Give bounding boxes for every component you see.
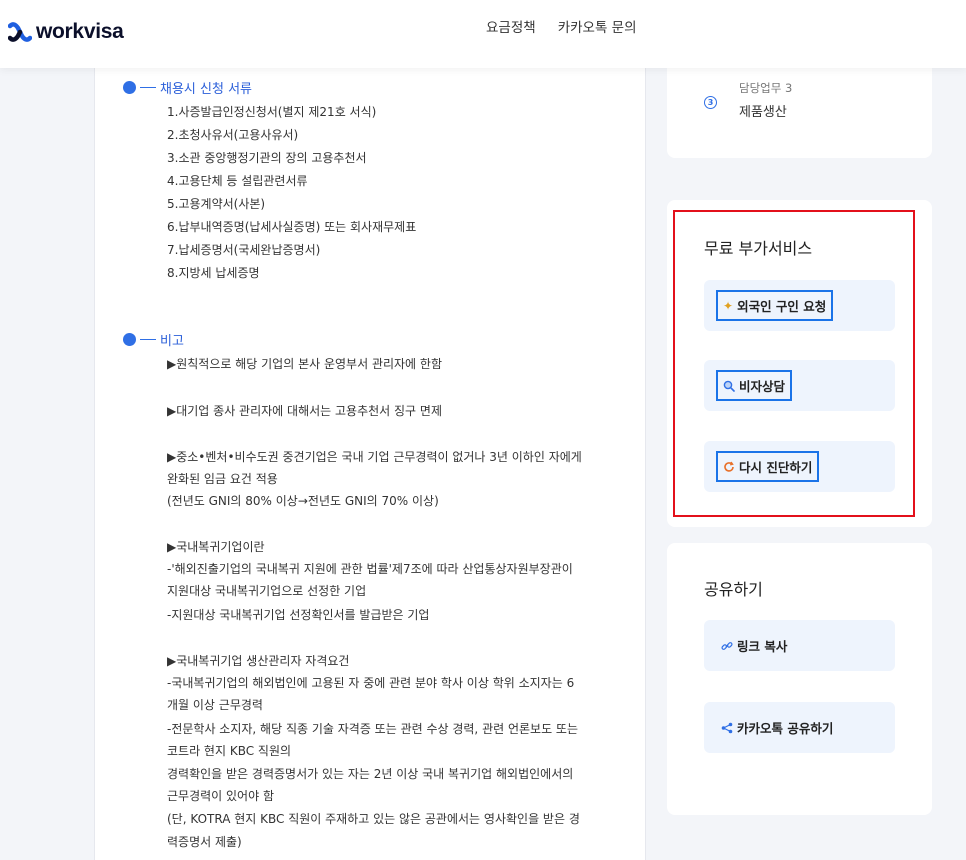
document-item: 2.초청사유서(고용사유서)	[167, 128, 299, 142]
document-item: 6.납부내역증명(납세사실증명) 또는 회사재무제표	[167, 220, 417, 234]
remark-line: ▶대기업 종사 관리자에 대해서는 고용추천서 징구 면제	[167, 404, 442, 418]
bullet-dot-icon	[123, 333, 136, 346]
remark-line: 근무경력이 있어야 함	[167, 789, 274, 803]
remark-line: -국내복귀기업의 해외법인에 고용된 자 중에 관련 분야 학사 이상 학위 소…	[167, 676, 575, 690]
nav-kakao-inquiry[interactable]: 카카오톡 문의	[558, 16, 637, 36]
free-services-title: 무료 부가서비스	[704, 239, 813, 258]
sparkle-icon: ✦	[723, 298, 734, 313]
top-header: workvisa 요금정책 카카오톡 문의	[0, 0, 966, 68]
kakao-share-button[interactable]: 카카오톡 공유하기	[704, 702, 895, 753]
duty-card: 담당업무 3 3 제품생산	[667, 68, 932, 158]
foreign-hire-request-button[interactable]: ✦ 외국인 구인 요청	[704, 280, 895, 331]
nav-pricing[interactable]: 요금정책	[486, 16, 536, 36]
document-item: 8.지방세 납세증명	[167, 266, 260, 280]
remark-line: ▶국내복귀기업이란	[167, 540, 265, 554]
duty-value: 제품생산	[739, 105, 787, 120]
document-item: 1.사증발급인정신청서(별지 제21호 서식)	[167, 105, 377, 119]
remark-line: 경력확인을 받은 경력증명서가 있는 자는 2년 이상 국내 복귀기업 해외법인…	[167, 767, 574, 781]
remark-line: ▶국내복귀기업 생산관리자 자격요건	[167, 654, 350, 668]
documents-section-title: 채용시 신청 서류	[123, 78, 252, 97]
remark-line: 력증명서 제출)	[167, 835, 242, 849]
copy-link-button[interactable]: 링크 복사	[704, 620, 895, 671]
rediagnose-button[interactable]: 다시 진단하기	[704, 441, 895, 492]
visa-consult-button[interactable]: 비자상담	[704, 360, 895, 411]
top-nav: 요금정책 카카오톡 문의	[486, 16, 637, 36]
number-circle-icon: 3	[704, 96, 717, 109]
remark-line: -지원대상 국내복귀기업 선정확인서를 발급받은 기업	[167, 608, 430, 622]
bullet-dash	[140, 339, 156, 340]
share-card: 공유하기 링크 복사 카카오톡 공유하기	[667, 543, 932, 815]
kakao-share-label: 카카오톡 공유하기	[737, 721, 834, 736]
document-item: 5.고용계약서(사본)	[167, 197, 266, 211]
document-item: 3.소관 중앙행정기관의 장의 고용추천서	[167, 151, 367, 165]
remarks-section-title: 비고	[123, 330, 184, 349]
foreign-hire-request-highlight: ✦ 외국인 구인 요청	[716, 290, 834, 321]
share-icon	[721, 722, 733, 734]
remark-line: ▶원칙적으로 해당 기업의 본사 운영부서 관리자에 한함	[167, 357, 442, 371]
refresh-icon	[723, 461, 735, 473]
remark-line: (전년도 GNI의 80% 이상→전년도 GNI의 70% 이상)	[167, 494, 439, 508]
free-services-card: 무료 부가서비스 ✦ 외국인 구인 요청 비자상담 다시 진단하기	[667, 200, 932, 527]
remark-line: (단, KOTRA 현지 KBC 직원이 주재하고 있는 않은 공관에서는 영사…	[167, 812, 580, 826]
rediagnose-highlight: 다시 진단하기	[716, 451, 820, 482]
document-item: 7.납세증명서(국세완납증명서)	[167, 243, 321, 257]
brand-logo[interactable]: workvisa	[8, 20, 124, 44]
main-content: 채용시 신청 서류 1.사증발급인정신청서(별지 제21호 서식) 2.초청사유…	[94, 68, 646, 860]
link-icon	[721, 640, 733, 652]
copy-link-inner: 링크 복사	[716, 630, 792, 661]
foreign-hire-request-label: 외국인 구인 요청	[737, 299, 827, 314]
share-title: 공유하기	[704, 580, 763, 599]
remark-line: 지원대상 국내복귀기업으로 선정한 기업	[167, 584, 367, 598]
remark-line: 개월 이상 근무경력	[167, 698, 263, 712]
remark-line: 완화된 임금 요건 적용	[167, 472, 278, 486]
remark-line: ▶중소•벤처•비수도권 중견기업은 국내 기업 근무경력이 없거나 3년 이하인…	[167, 450, 582, 464]
duty-label: 담당업무 3	[739, 81, 793, 95]
bullet-dot-icon	[123, 81, 136, 94]
visa-consult-highlight: 비자상담	[716, 370, 793, 401]
remark-line: -전문학사 소지자, 해당 직종 기술 자격증 또는 관련 수상 경력, 관련 …	[167, 722, 579, 736]
copy-link-label: 링크 복사	[737, 639, 788, 654]
search-icon	[723, 380, 735, 392]
document-item: 4.고용단체 등 설립관련서류	[167, 174, 308, 188]
brand-name: workvisa	[36, 20, 124, 43]
remark-line: -'해외진출기업의 국내복귀 지원에 관한 법률'제7조에 따라 산업통상자원부…	[167, 562, 573, 576]
visa-consult-label: 비자상담	[739, 379, 786, 394]
bullet-dash	[140, 87, 156, 88]
kakao-share-inner: 카카오톡 공유하기	[716, 712, 838, 743]
rediagnose-label: 다시 진단하기	[739, 460, 813, 475]
workvisa-logo-icon	[8, 22, 32, 42]
remark-line: 코트라 현지 KBC 직원의	[167, 744, 292, 758]
